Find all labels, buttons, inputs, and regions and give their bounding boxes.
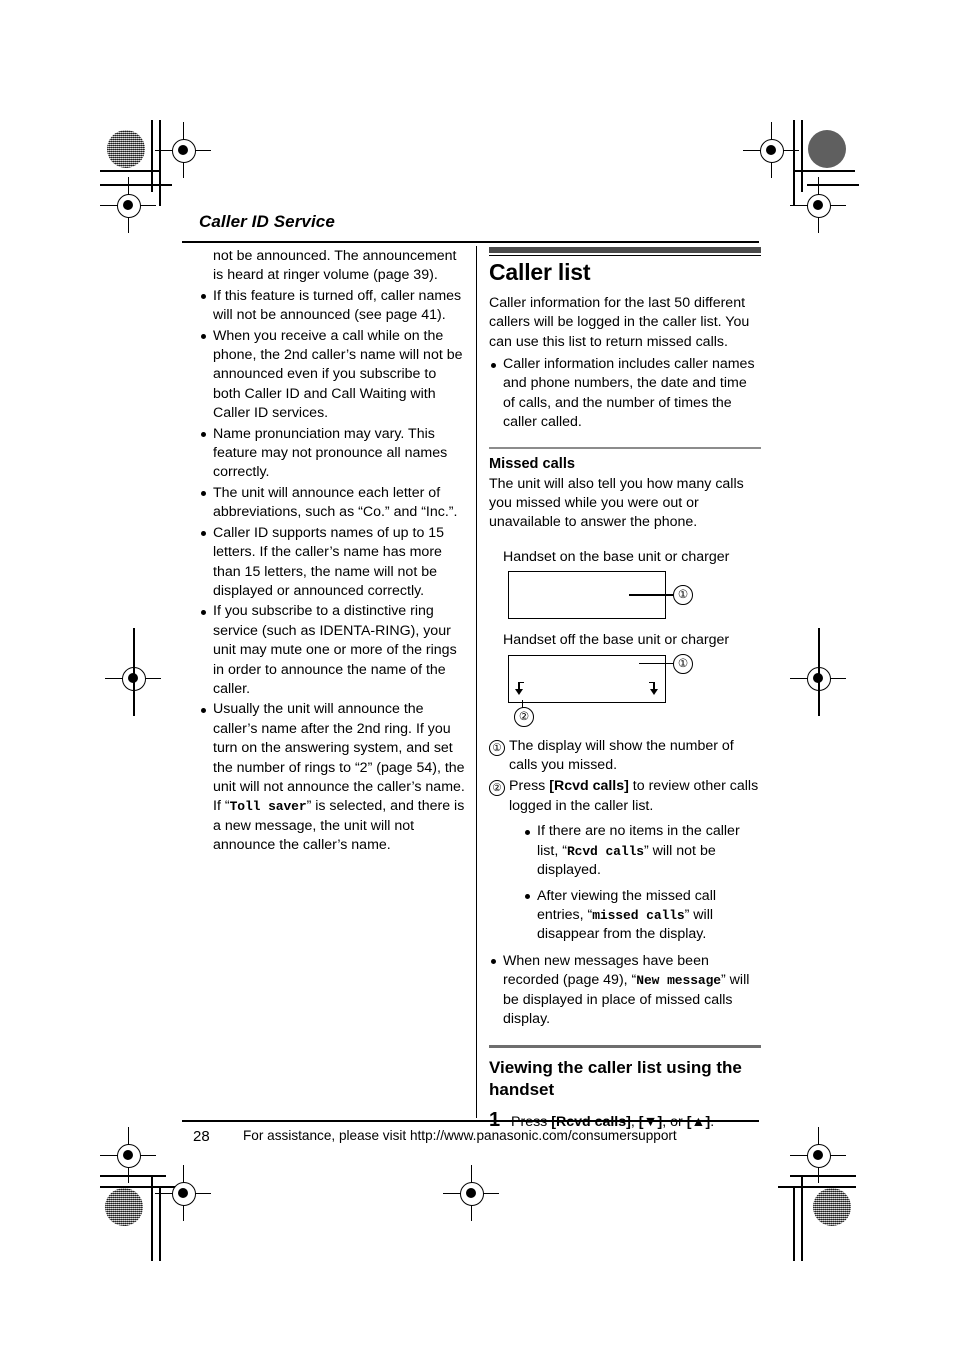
crop-mark-line <box>807 184 859 186</box>
missed-calls-heading: Missed calls <box>489 456 575 473</box>
heading-bar-thin <box>489 255 761 257</box>
page-number: 28 <box>193 1128 210 1145</box>
step-text: The display will show the number of call… <box>509 737 734 774</box>
crop-mark-line <box>778 1186 856 1188</box>
list-item: If this feature is turned off, caller na… <box>199 287 467 326</box>
crop-mark-line <box>151 120 153 192</box>
crop-mark-line <box>790 1175 856 1177</box>
soft-key-arrow-left-icon <box>514 681 525 695</box>
step-text-before: Press <box>509 778 550 795</box>
sub-bullet-mono: missed calls <box>592 907 685 923</box>
registration-crosshair-icon <box>100 177 156 233</box>
footer-text: For assistance, please visit http://www.… <box>243 1128 677 1143</box>
registration-crosshair-icon <box>443 1165 499 1221</box>
viewing-section-rule <box>489 1045 761 1048</box>
missed-calls-closing-bullets: When new messages have been recorded (pa… <box>489 952 761 1030</box>
page-title: Caller list <box>489 259 591 286</box>
closing-bullet-mono: New message <box>636 973 721 989</box>
missed-calls-steps: ① The display will show the number of ca… <box>489 737 761 945</box>
crop-mark-line <box>159 1186 161 1261</box>
callout-marker-1: ① <box>673 585 693 606</box>
document-page: Caller ID Service not be announced. The … <box>0 0 954 1351</box>
crop-mark-line <box>100 170 160 172</box>
list-item-toll-saver: Usually the unit will announce the calle… <box>199 700 467 855</box>
halftone-circle-icon <box>813 1188 851 1226</box>
list-item: Caller ID supports names of up to 15 let… <box>199 524 467 602</box>
registration-crosshair-icon <box>790 177 846 233</box>
list-item: Name pronunciation may vary. This featur… <box>199 425 467 483</box>
registration-crosshair-icon <box>155 1165 211 1221</box>
registration-crosshair-icon <box>790 1127 846 1183</box>
list-item: Caller information includes caller names… <box>489 355 761 433</box>
callout-marker-2: ② <box>514 706 534 727</box>
sub-bullet-mono: Rcvd calls <box>566 843 644 859</box>
diagram-label-handset-off: Handset off the base unit or charger <box>503 632 730 649</box>
list-item: If there are no items in the caller list… <box>523 822 761 880</box>
list-item: When new messages have been recorded (pa… <box>489 952 761 1030</box>
callout-leader-line <box>629 594 673 596</box>
list-item: The unit will announce each letter of ab… <box>199 484 467 523</box>
crop-mark-line <box>100 1186 178 1188</box>
up-arrow-key[interactable]: [▲] <box>687 1114 711 1130</box>
step-item-2: ② Press [Rcvd calls] to review other cal… <box>489 777 761 944</box>
right-column: Caller list Caller information for the l… <box>489 247 761 1132</box>
registration-crosshair-icon <box>105 650 161 706</box>
step-end: . <box>710 1113 715 1130</box>
crop-mark-line <box>801 120 803 192</box>
lcd-display-on-wrapper: ① <box>489 571 761 623</box>
step-item-1: ① The display will show the number of ca… <box>489 737 761 776</box>
crop-mark-line <box>133 628 135 716</box>
lead-paragraph: not be announced. The announcement is he… <box>213 248 457 284</box>
crop-mark-line <box>795 170 855 172</box>
callout-marker-1b: ① <box>673 653 693 674</box>
step-marker: ① <box>489 739 505 756</box>
left-column: not be announced. The announcement is he… <box>199 247 467 856</box>
caller-list-intro: Caller information for the last 50 diffe… <box>489 294 750 350</box>
halftone-circle-icon <box>105 1188 143 1226</box>
missed-calls-diagram: Handset on the base unit or charger ① Ha… <box>489 548 761 727</box>
callout-leader-line <box>639 662 673 664</box>
caller-list-intro-bullets: Caller information includes caller names… <box>489 355 761 433</box>
crop-mark-line <box>159 120 161 206</box>
viewing-section-heading: Viewing the caller list using the handse… <box>489 1057 742 1099</box>
missed-calls-body: The unit will also tell you how many cal… <box>489 475 744 531</box>
toll-saver-mono: Toll saver <box>229 799 307 815</box>
diagram-label-handset-on: Handset on the base unit or charger <box>503 548 730 565</box>
list-item: After viewing the missed call entries, “… <box>523 887 761 945</box>
list-item: If you subscribe to a distinctive ring s… <box>199 602 467 699</box>
halftone-circle-icon <box>107 130 145 168</box>
lcd-display-off-wrapper: ① ② <box>489 653 761 727</box>
header-rule <box>182 241 759 243</box>
missed-calls-section-rule <box>489 446 761 450</box>
step-2-sub-bullets: If there are no items in the caller list… <box>523 822 761 944</box>
registration-crosshair-icon <box>155 122 211 178</box>
rcvd-calls-key[interactable]: [Rcvd calls] <box>549 778 629 794</box>
heading-bar-thick <box>489 247 761 253</box>
crop-mark-line <box>100 1175 166 1177</box>
crop-mark-line <box>100 184 172 186</box>
halftone-circle-icon <box>808 130 846 168</box>
list-item: When you receive a call while on the pho… <box>199 327 467 424</box>
crop-mark-line <box>801 1175 803 1261</box>
crop-mark-line <box>151 1175 153 1261</box>
crop-mark-line <box>818 628 820 716</box>
crop-mark-line <box>793 120 795 206</box>
left-bullet-list: If this feature is turned off, caller na… <box>199 287 467 856</box>
registration-crosshair-icon <box>790 650 846 706</box>
registration-crosshair-icon <box>100 1127 156 1183</box>
step-marker: ② <box>489 780 505 797</box>
crop-mark-line <box>793 1186 795 1261</box>
column-divider <box>476 246 478 1118</box>
registration-crosshair-icon <box>743 122 799 178</box>
footer-rule <box>182 1120 759 1122</box>
running-head: Caller ID Service <box>199 212 335 231</box>
soft-key-arrow-right-icon <box>649 681 660 695</box>
